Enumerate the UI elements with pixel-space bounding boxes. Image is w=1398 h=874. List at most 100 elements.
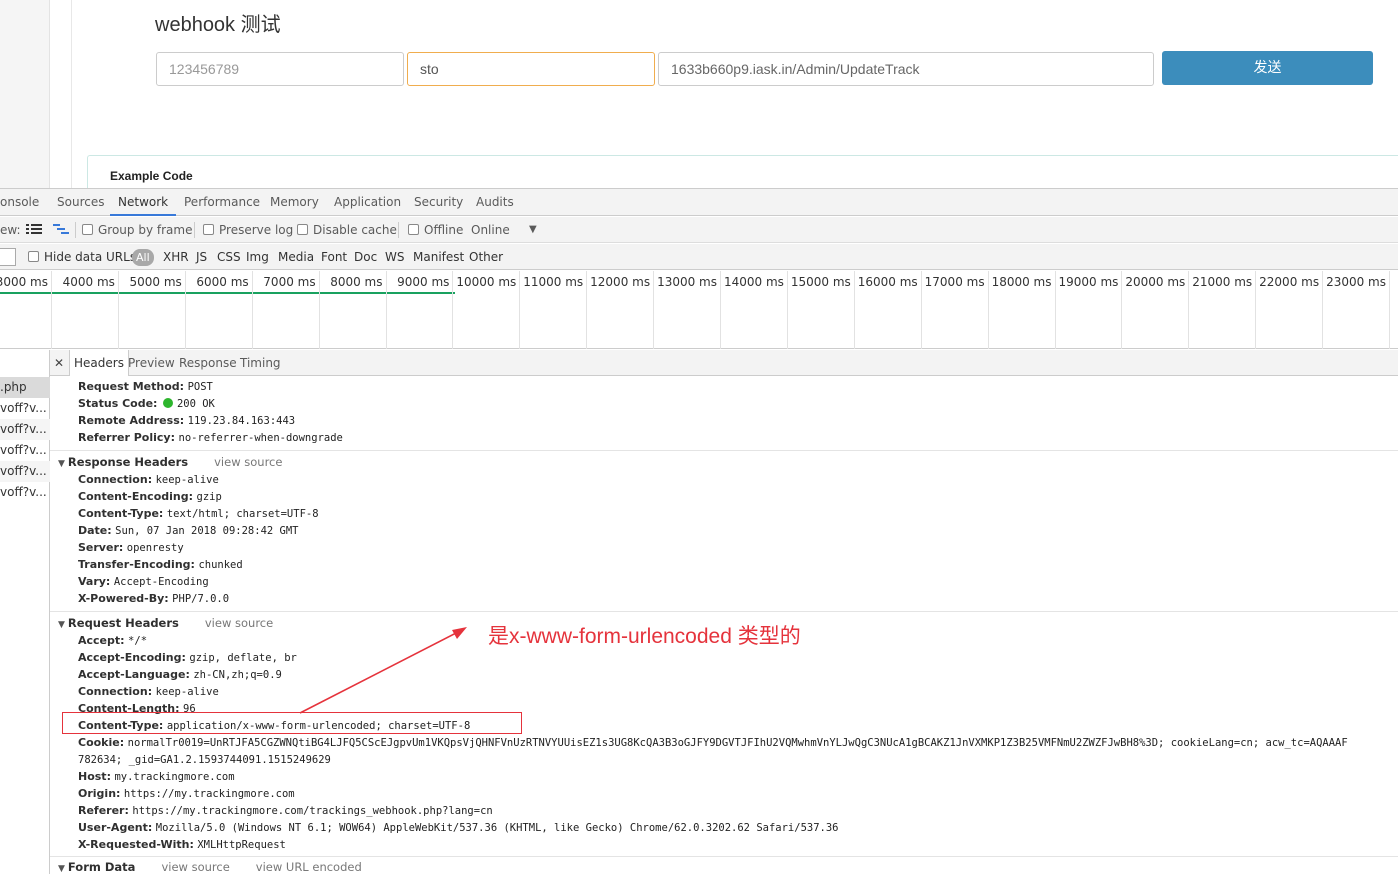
- send-button[interactable]: 发送: [1162, 51, 1373, 85]
- tab-memory[interactable]: Memory: [270, 189, 319, 216]
- response-headers-section[interactable]: ▼ Response Headers view source: [58, 453, 282, 471]
- request-header-row: Host: my.trackingmore.com: [78, 768, 235, 785]
- header-value: no-referrer-when-downgrade: [178, 432, 343, 444]
- filter-ws[interactable]: WS: [385, 244, 404, 270]
- request-row[interactable]: voff?v...: [0, 398, 50, 419]
- view-source-link[interactable]: view source: [161, 860, 229, 874]
- toolbar-divider: [194, 222, 195, 238]
- expand-triangle-icon: ▼: [58, 459, 65, 469]
- request-row[interactable]: .php: [0, 377, 50, 398]
- carrier-code-input[interactable]: sto: [407, 52, 655, 86]
- header-value: normalTr0019=UnRTJFA5CGZWNQtiBG4LJFQ5CSc…: [127, 737, 1348, 749]
- offline-label: Offline: [424, 223, 464, 237]
- hide-data-urls-checkbox[interactable]: Hide data URLs: [28, 244, 136, 270]
- header-value: 119.23.84.163:443: [187, 415, 296, 427]
- filter-media[interactable]: Media: [278, 244, 314, 270]
- header-key: X-Powered-By:: [78, 592, 169, 605]
- header-value: https://my.trackingmore.com: [123, 788, 295, 800]
- tab-audits[interactable]: Audits: [476, 189, 514, 216]
- tab-headers[interactable]: Headers: [69, 350, 129, 376]
- timeline-tick-label: 6000 ms: [196, 275, 249, 289]
- request-row[interactable]: voff?v...: [0, 482, 50, 503]
- view-source-link[interactable]: view source: [205, 616, 273, 630]
- tab-security[interactable]: Security: [414, 189, 463, 216]
- view-source-link[interactable]: view source: [214, 455, 282, 469]
- header-key: Remote Address:: [78, 414, 185, 427]
- offline-checkbox[interactable]: Offline: [408, 217, 463, 243]
- tab-console[interactable]: onsole: [0, 189, 39, 216]
- tab-preview[interactable]: Preview: [128, 350, 175, 376]
- header-value: Accept-Encoding: [113, 576, 209, 588]
- response-header-row: Content-Encoding: gzip: [78, 488, 222, 505]
- tracking-number-input[interactable]: 123456789: [156, 52, 404, 86]
- timeline-tick-label: 20000 ms: [1125, 275, 1186, 289]
- header-key: Status Code:: [78, 397, 158, 410]
- waterfall-view-icon[interactable]: [53, 217, 69, 243]
- request-row[interactable]: voff?v...: [0, 440, 50, 461]
- header-value: 782634; _gid=GA1.2.1593744091.1515249629: [78, 754, 331, 766]
- list-view-icon[interactable]: [26, 217, 42, 243]
- webpage-area: webhook 测试 123456789 sto 1633b660p9.iask…: [0, 0, 1398, 188]
- filter-all[interactable]: All: [132, 249, 154, 266]
- expand-triangle-icon: ▼: [58, 620, 65, 630]
- section-title: Response Headers: [67, 455, 189, 469]
- webhook-url-input[interactable]: 1633b660p9.iask.in/Admin/UpdateTrack: [658, 52, 1154, 86]
- network-overview-timeline[interactable]: 3000 ms 4000 ms 5000 ms 6000 ms 7000 ms 8000 …: [0, 271, 1398, 349]
- throttling-select[interactable]: Online: [471, 217, 510, 243]
- disable-cache-checkbox[interactable]: Disable cache: [297, 217, 397, 243]
- general-row: Remote Address: 119.23.84.163:443: [78, 412, 295, 429]
- example-code-title: Example Code: [110, 169, 193, 183]
- filter-xhr[interactable]: XHR: [163, 244, 189, 270]
- tab-application[interactable]: Application: [334, 189, 401, 216]
- close-icon[interactable]: ✕: [54, 350, 64, 376]
- header-key: Server:: [78, 541, 124, 554]
- page-left-strip: [0, 0, 50, 188]
- tab-sources[interactable]: Sources: [57, 189, 104, 216]
- general-row: Referrer Policy: no-referrer-when-downgr…: [78, 429, 343, 446]
- tab-timing[interactable]: Timing: [240, 350, 281, 376]
- checkbox-icon: [408, 224, 419, 235]
- header-key: Content-Type:: [78, 507, 164, 520]
- filter-doc[interactable]: Doc: [354, 244, 377, 270]
- form-data-section[interactable]: ▼ Form Data view source view URL encoded: [58, 858, 362, 874]
- request-header-row: Origin: https://my.trackingmore.com: [78, 785, 295, 802]
- request-row[interactable]: voff?v...: [0, 419, 50, 440]
- filter-img[interactable]: Img: [246, 244, 269, 270]
- filter-css[interactable]: CSS: [217, 244, 241, 270]
- filter-font[interactable]: Font: [321, 244, 347, 270]
- header-value: */*: [128, 635, 148, 647]
- header-value: zh-CN,zh;q=0.9: [193, 669, 282, 681]
- section-divider: [50, 856, 1398, 857]
- filter-js[interactable]: JS: [196, 244, 207, 270]
- header-key: Accept:: [78, 634, 125, 647]
- header-value: text/html; charset=UTF-8: [166, 508, 319, 520]
- request-headers-section[interactable]: ▼ Request Headers view source: [58, 614, 273, 632]
- timeline-tick-label: 13000 ms: [657, 275, 717, 289]
- preserve-log-checkbox[interactable]: Preserve log: [203, 217, 293, 243]
- page-left-divider: [71, 0, 72, 188]
- throttling-dropdown-icon[interactable]: ▼: [529, 217, 537, 243]
- request-row[interactable]: voff?v...: [0, 461, 50, 482]
- filter-other[interactable]: Other: [469, 244, 503, 270]
- request-details-panel: ✕ Headers Preview Response Timing Reques…: [50, 350, 1398, 874]
- timeline-tick-label: 8000 ms: [330, 275, 383, 289]
- tab-network[interactable]: Network: [110, 189, 177, 216]
- timeline-tick-label: 7000 ms: [263, 275, 316, 289]
- filter-input[interactable]: [0, 248, 16, 266]
- header-key: X-Requested-With:: [78, 838, 194, 851]
- timeline-gridline: [1389, 271, 1390, 349]
- header-key: Connection:: [78, 473, 153, 486]
- header-value: Mozilla/5.0 (Windows NT 6.1; WOW64) Appl…: [155, 822, 839, 834]
- request-header-row: Accept-Encoding: gzip, deflate, br: [78, 649, 297, 666]
- view-url-encoded-link[interactable]: view URL encoded: [256, 860, 362, 874]
- header-key: Content-Encoding:: [78, 490, 194, 503]
- timeline-tick-label: 21000 ms: [1192, 275, 1253, 289]
- request-header-row: X-Requested-With: XMLHttpRequest: [78, 836, 286, 853]
- page-title: webhook 测试: [155, 14, 281, 36]
- network-toolbar: ew: Group by frame Preserve log Disable …: [0, 217, 1398, 243]
- tab-performance[interactable]: Performance: [184, 189, 260, 216]
- filter-manifest[interactable]: Manifest: [413, 244, 464, 270]
- content-type-highlight-box: [62, 712, 522, 734]
- tab-response[interactable]: Response: [179, 350, 237, 376]
- group-by-frame-checkbox[interactable]: Group by frame: [82, 217, 192, 243]
